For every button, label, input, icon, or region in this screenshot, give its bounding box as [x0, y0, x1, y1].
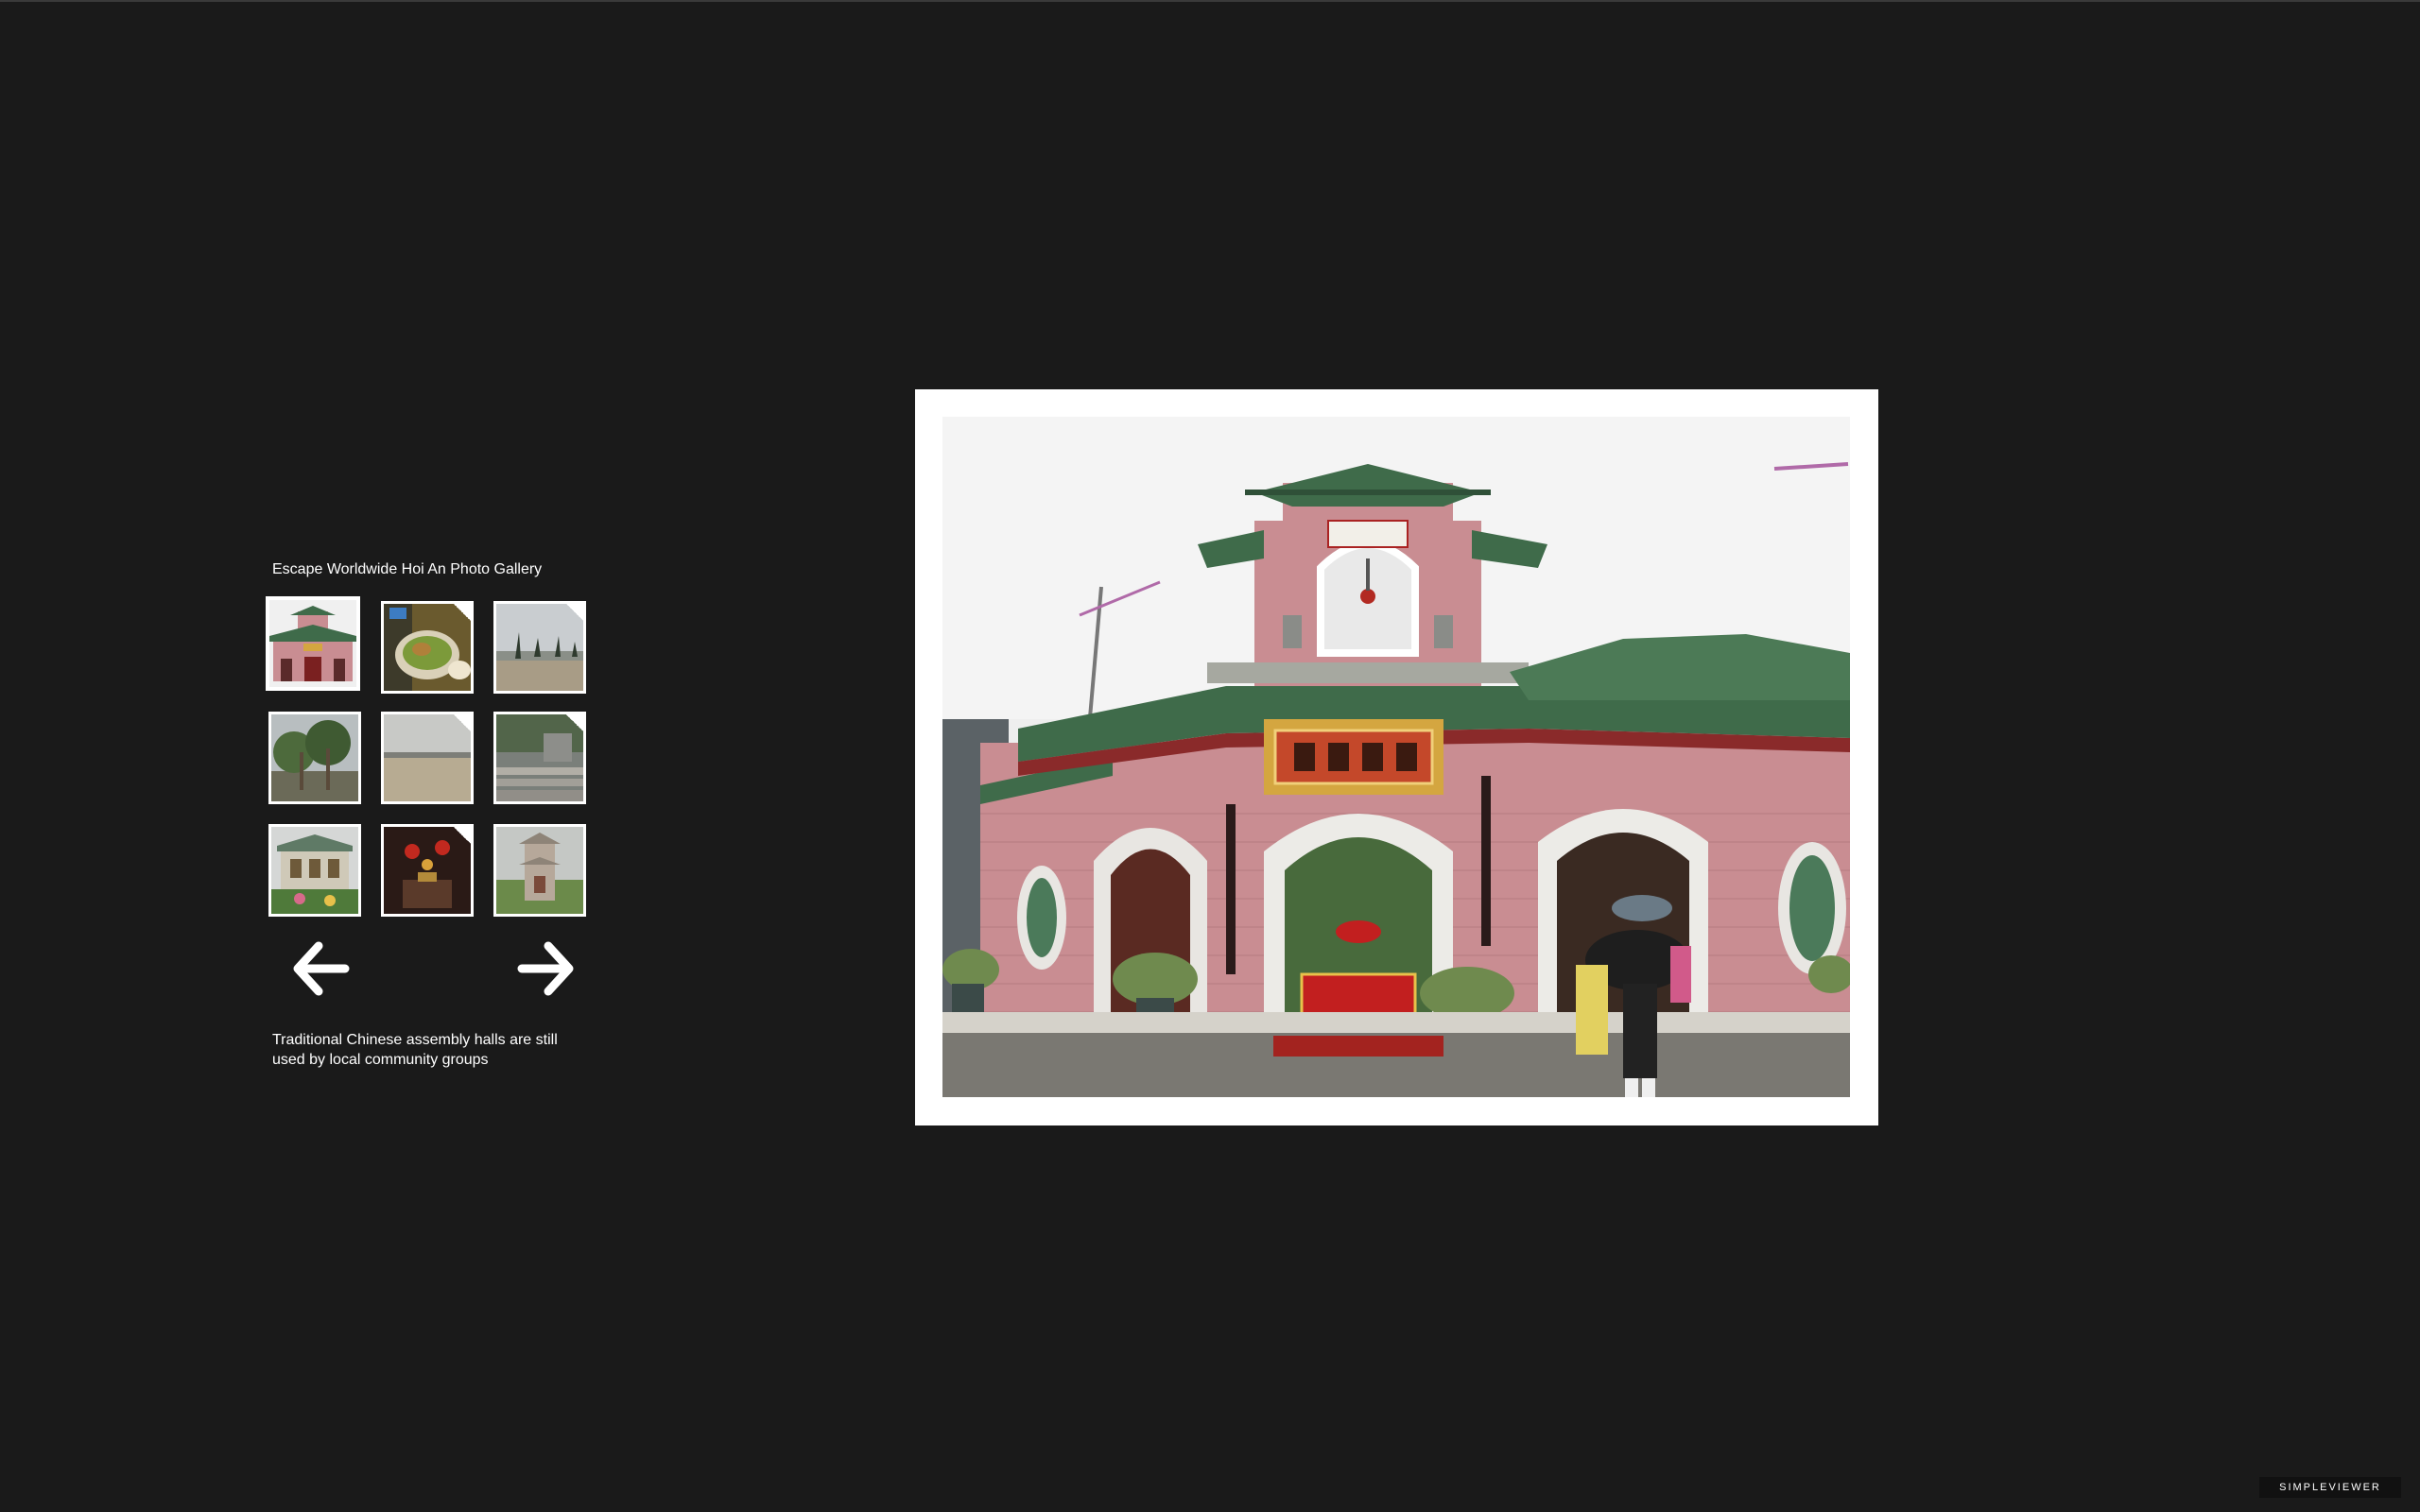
top-border: [0, 0, 2420, 2]
image-caption: Traditional Chinese assembly halls are s…: [272, 1032, 558, 1068]
thumbnail-7[interactable]: [268, 824, 361, 917]
simpleviewer-logo[interactable]: SIMPLEVIEWER: [2259, 1477, 2401, 1498]
arrow-right-icon: [517, 941, 574, 996]
thumbnail-2[interactable]: [381, 601, 474, 694]
main-image[interactable]: [942, 417, 1850, 1097]
thumbnail-8[interactable]: [381, 824, 474, 917]
thumbnail-3[interactable]: [493, 601, 586, 694]
gallery-title: Escape Worldwide Hoi An Photo Gallery: [272, 561, 543, 577]
thumbnail-5[interactable]: [381, 712, 474, 804]
next-button[interactable]: [512, 940, 579, 997]
thumbnail-4[interactable]: [268, 712, 361, 804]
main-image-frame: [915, 389, 1878, 1125]
thumbnail-6[interactable]: [493, 712, 586, 804]
thumbnail-1[interactable]: [266, 596, 360, 691]
thumbnail-9[interactable]: [493, 824, 586, 917]
arrow-left-icon: [293, 941, 350, 996]
previous-button[interactable]: [288, 940, 354, 997]
